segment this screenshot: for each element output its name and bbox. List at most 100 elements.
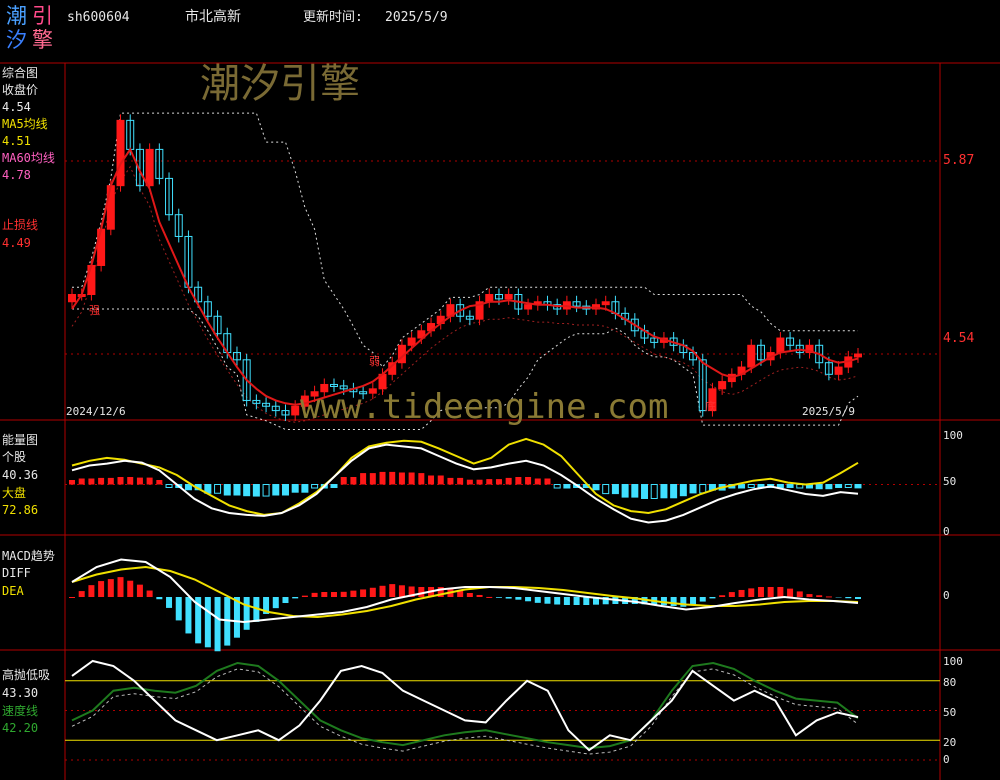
candle [747, 344, 756, 368]
ma5-line [71, 147, 859, 406]
date-start: 2024/12/6 [66, 405, 126, 418]
energy-bar [98, 477, 105, 485]
macd-bar [146, 590, 153, 597]
candle [834, 366, 843, 375]
candle [291, 405, 300, 416]
macd-bar [816, 595, 823, 597]
macd-bar [78, 591, 85, 597]
energy-bar [78, 478, 85, 485]
speed-value: 42.20 [2, 721, 39, 735]
macd-bar [709, 597, 716, 599]
macd-bar [466, 592, 473, 597]
energy-bar [592, 484, 600, 491]
energy-bar [262, 484, 270, 497]
close-value: 4.54 [2, 100, 31, 114]
energy-bar [670, 484, 678, 499]
macd-bar [340, 591, 347, 597]
energy-bar [553, 484, 561, 489]
macd-bar [728, 592, 735, 597]
energy-bar [786, 484, 794, 488]
energy-bar [815, 484, 823, 490]
energy-bar [515, 477, 522, 485]
panel4-title: 高抛低吸 [2, 668, 51, 682]
macd-bar [486, 596, 493, 598]
energy-bar [602, 484, 610, 495]
hl-tick-100: 100 [943, 655, 963, 668]
market-energy-line [71, 437, 859, 516]
macd-bar [563, 597, 570, 605]
macd-bar [127, 580, 134, 597]
macd-bar [845, 597, 852, 599]
energy-bar [350, 477, 357, 485]
energy-bar [738, 484, 746, 489]
macd-bar [806, 594, 813, 597]
panel3-title: MACD趋势 [2, 549, 55, 563]
macd-bar [311, 592, 318, 597]
macd-bar [738, 589, 745, 597]
macd-bar [670, 597, 677, 606]
macd-bar [573, 597, 580, 605]
stop-value: 4.49 [2, 236, 31, 250]
market-energy-label: 大盘 [2, 486, 27, 500]
energy-bar [408, 472, 415, 485]
macd-bar [360, 589, 367, 597]
ma5-value: 4.51 [2, 134, 31, 148]
macd-bar [554, 597, 561, 605]
marker-strong: 强 [89, 304, 100, 317]
candle [854, 353, 862, 358]
macd-bar [379, 585, 386, 597]
macd-bar [350, 590, 357, 597]
marker-weak: 弱 [369, 355, 380, 368]
macd-bar [175, 597, 182, 621]
marker-bottom: 底 [705, 400, 716, 413]
hl-tick-0: 0 [943, 753, 950, 766]
macd-bar [214, 597, 221, 652]
candle [718, 381, 727, 390]
energy-bar [223, 484, 231, 496]
energy-bar [117, 477, 124, 485]
speed-label: 速度线 [2, 704, 39, 718]
macd-bar [544, 597, 551, 604]
energy-bar [272, 484, 280, 496]
macd-bar [136, 584, 143, 597]
hl-tick-50: 50 [943, 706, 957, 719]
macd-bar [369, 587, 376, 597]
macd-bar [117, 577, 124, 597]
energy-bar [107, 477, 114, 485]
candle [776, 337, 785, 354]
energy-bar [69, 480, 75, 485]
panel4-value: 43.30 [2, 686, 39, 700]
energy-bar [291, 484, 299, 493]
energy-bar [844, 484, 852, 488]
macd-bar [796, 591, 803, 597]
macd-bar [583, 597, 590, 605]
energy-bar [447, 477, 454, 485]
panel2-title: 能量图 [2, 433, 39, 447]
energy-bar [360, 473, 367, 485]
stock-energy-label: 个股 [2, 450, 27, 464]
macd-bar [166, 597, 173, 608]
macd-bar [525, 597, 532, 602]
energy-bar [534, 478, 541, 485]
candle [504, 294, 513, 300]
candle [601, 301, 610, 306]
energy-bar [146, 477, 153, 485]
candle [68, 294, 76, 303]
energy-bar [379, 471, 386, 485]
energy-tick-100: 100 [943, 429, 963, 442]
macd-bar [98, 581, 105, 597]
macd-bar [88, 585, 95, 597]
energy-bar [243, 484, 251, 497]
macd-bar [398, 585, 405, 597]
macd-bar [107, 579, 114, 597]
hl-tick-20: 20 [943, 736, 957, 749]
energy-bar [136, 477, 143, 485]
macd-bar [787, 588, 794, 597]
energy-bar [525, 477, 532, 485]
energy-bar [281, 484, 289, 496]
macd-bar [69, 597, 75, 598]
macd-bar [389, 584, 396, 597]
macd-bar [748, 588, 755, 597]
energy-bar [495, 479, 502, 485]
energy-bar [689, 484, 697, 494]
